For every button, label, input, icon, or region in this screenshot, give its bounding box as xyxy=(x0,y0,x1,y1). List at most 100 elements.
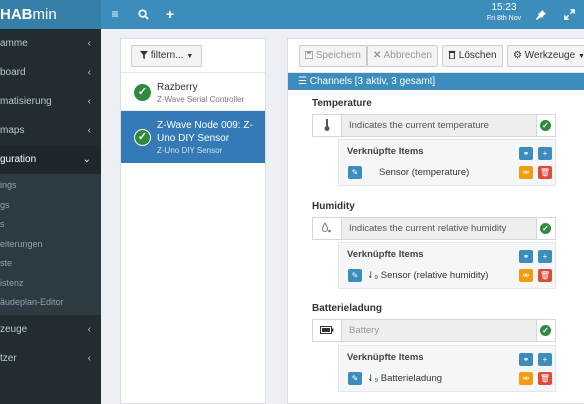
channel-description: Indicates the current temperature xyxy=(341,115,537,136)
device-name: Razberry xyxy=(157,82,198,93)
sort-numeric-icon: ⇃₉ xyxy=(367,270,379,280)
sidebar-item-automatisierung[interactable]: matisierung ‹ xyxy=(0,87,101,116)
sidebar-subitem[interactable]: ings xyxy=(0,176,101,196)
toolbar: Speichern ✕ Abbrechen Löschen ⚙ Werkzeug… xyxy=(288,39,584,73)
linked-item-label: Sensor (relative humidity) xyxy=(380,270,489,281)
chevron-left-icon: ‹ xyxy=(87,38,91,49)
linked-item-name: Sensor (temperature) xyxy=(379,167,470,178)
tools-label: Werkzeuge xyxy=(524,50,576,61)
device-name: Z-Wave Node 009: Z-Uno DIY Sensor xyxy=(157,120,253,144)
check-circle-icon: ✓ xyxy=(134,129,151,146)
cancel-label: Abbrechen xyxy=(383,50,432,61)
channel-title: Batterieladung xyxy=(312,303,383,314)
link-icon[interactable]: ⚭ xyxy=(519,250,533,263)
floppy-icon xyxy=(305,50,316,61)
device-item[interactable]: ✓ Razberry Z-Wave Serial Controller xyxy=(121,73,265,111)
linked-items-heading: Verknüpfte Items xyxy=(347,249,424,260)
cancel-button[interactable]: ✕ Abbrechen xyxy=(367,45,438,67)
trash-icon[interactable]: 🗑 xyxy=(538,166,552,179)
check-circle-icon: ✓ xyxy=(540,325,551,336)
sidebar-item-label: zeuge xyxy=(0,323,28,335)
unlink-icon[interactable]: ⚮ xyxy=(519,269,533,282)
linked-items-box: Verknüpfte Items ⚭ + ✎ ⇃₉ Batterieladung… xyxy=(338,345,556,392)
sidebar-item-label: tzer xyxy=(0,352,17,364)
add-icon[interactable]: + xyxy=(162,0,178,29)
channel-description: Indicates the current relative humidity xyxy=(341,218,537,239)
top-navbar: ≡ + 15:23 Fri 8th Nov xyxy=(101,0,584,29)
channels-header: ☰ Channels [3 aktiv, 3 gesamt] xyxy=(288,73,584,90)
list-icon: ☰ xyxy=(298,76,307,87)
search-icon[interactable] xyxy=(135,0,151,29)
linked-items-box: Verknüpfte Items ⚭ + ✎ Sensor (temperatu… xyxy=(338,139,556,186)
add-item-icon[interactable]: + xyxy=(538,147,552,160)
device-item-selected[interactable]: ✓ Z-Wave Node 009: Z-Uno DIY Sensor Z-Un… xyxy=(121,111,265,163)
linked-items-heading: Verknüpfte Items xyxy=(347,146,424,157)
add-item-icon[interactable]: + xyxy=(538,250,552,263)
sidebar-item-konfiguration[interactable]: guration ⌄ xyxy=(0,145,101,174)
chevron-left-icon: ‹ xyxy=(87,67,91,78)
sidebar-item-benutzer[interactable]: tzer ‹ xyxy=(0,344,101,373)
filter-button[interactable]: filtern... ▼ xyxy=(131,45,203,67)
delete-label: Löschen xyxy=(458,50,497,61)
unlink-icon[interactable]: ⚮ xyxy=(519,372,533,385)
caret-down-icon: ▼ xyxy=(578,53,584,60)
sidebar-item-programme[interactable]: amme ‹ xyxy=(0,29,101,58)
unlink-icon[interactable]: ⚮ xyxy=(519,166,533,179)
sidebar-subitem[interactable]: ste xyxy=(0,254,101,274)
sidebar-subitem[interactable]: eiterungen xyxy=(0,235,101,255)
menu-toggle-icon[interactable]: ≡ xyxy=(107,0,123,29)
check-circle-icon: ✓ xyxy=(540,223,551,234)
gear-icon: ⚙ xyxy=(513,50,522,61)
edit-icon[interactable]: ✎ xyxy=(348,166,362,179)
clock-time: 15:23 xyxy=(491,2,517,13)
save-label: Speichern xyxy=(315,50,361,61)
check-circle-icon: ✓ xyxy=(134,84,151,101)
sidebar-item-label: board xyxy=(0,67,26,78)
sidebar-item-werkzeuge[interactable]: zeuge ‹ xyxy=(0,315,101,344)
sidebar-item-label: matisierung xyxy=(0,96,52,107)
close-icon: ✕ xyxy=(373,50,382,61)
trash-icon[interactable]: 🗑 xyxy=(538,269,552,282)
channel-row: Indicates the current relative humidity … xyxy=(312,217,556,240)
sidebar: HABmin amme ‹ board ‹ matisierung ‹ maps ‹ g… xyxy=(0,0,101,404)
chevron-left-icon: ‹ xyxy=(87,323,91,335)
filter-label: filtern... xyxy=(150,50,184,61)
add-item-icon[interactable]: + xyxy=(538,353,552,366)
link-icon[interactable]: ⚭ xyxy=(519,147,533,160)
filter-bar: filtern... ▼ xyxy=(121,39,265,73)
channel-title: Humidity xyxy=(312,201,355,212)
sidebar-item-maps[interactable]: maps ‹ xyxy=(0,116,101,145)
chevron-left-icon: ‹ xyxy=(87,352,91,364)
pin-icon[interactable] xyxy=(533,0,549,29)
app-logo[interactable]: HABmin xyxy=(0,0,101,29)
sidebar-subitem[interactable]: s xyxy=(0,215,101,235)
linked-items-heading: Verknüpfte Items xyxy=(347,352,424,363)
sidebar-item-dashboard[interactable]: board ‹ xyxy=(0,58,101,87)
linked-item-name: ⇃₉ Sensor (relative humidity) xyxy=(367,270,488,281)
sidebar-subitem[interactable]: gs xyxy=(0,196,101,216)
delete-button[interactable]: Löschen xyxy=(442,45,503,67)
edit-icon[interactable]: ✎ xyxy=(348,372,362,385)
sidebar-item-label: guration xyxy=(0,154,37,165)
sidebar-item-label: maps xyxy=(0,125,25,136)
sidebar-subitem[interactable]: istenz xyxy=(0,274,101,294)
device-list-panel: filtern... ▼ ✓ Razberry Z-Wave Serial Co… xyxy=(120,38,266,404)
tools-dropdown-button[interactable]: ⚙ Werkzeuge ▼ xyxy=(507,45,584,67)
trash-icon[interactable]: 🗑 xyxy=(538,372,552,385)
device-type: Z-Uno DIY Sensor xyxy=(157,146,223,155)
fullscreen-icon[interactable] xyxy=(561,0,577,29)
link-icon[interactable]: ⚭ xyxy=(519,353,533,366)
channel-description: Battery xyxy=(341,320,537,341)
channels-header-label: Channels [3 aktiv, 3 gesamt] xyxy=(309,76,436,87)
linked-item-label: Batterieladung xyxy=(380,373,443,384)
save-button[interactable]: Speichern xyxy=(299,45,367,67)
channel-row: Indicates the current temperature ✓ xyxy=(312,114,556,137)
sidebar-subitem[interactable]: äudeplan-Editor xyxy=(0,293,101,313)
chevron-left-icon: ‹ xyxy=(87,125,91,136)
check-circle-icon: ✓ xyxy=(540,120,551,131)
linked-items-box: Verknüpfte Items ⚭ + ✎ ⇃₉ Sensor (relati… xyxy=(338,242,556,289)
clock-date: Fri 8th Nov xyxy=(486,15,522,22)
device-type: Z-Wave Serial Controller xyxy=(157,95,245,104)
sidebar-item-label: amme xyxy=(0,38,28,49)
edit-icon[interactable]: ✎ xyxy=(348,269,362,282)
